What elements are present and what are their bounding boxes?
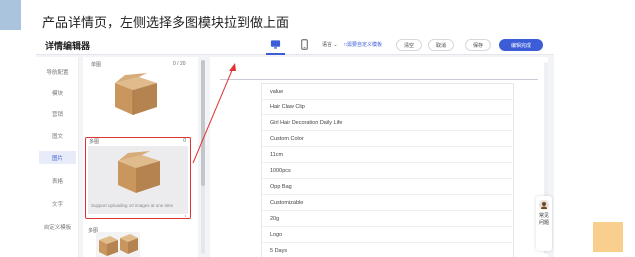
- table-cell: Opp Bag: [270, 184, 292, 190]
- sticky-note: [593, 222, 623, 252]
- desktop-view-toggle[interactable]: [266, 38, 285, 55]
- table-cell: 20g: [270, 216, 280, 222]
- monitor-icon: [270, 39, 281, 49]
- multi-image-module-tile-2[interactable]: [96, 232, 140, 257]
- table-row: Girl Hair Decoration Daily Life: [262, 117, 513, 131]
- language-select[interactable]: 语言 ⌄: [322, 41, 338, 48]
- table-row: Logo: [262, 229, 513, 243]
- table-row: Custom Color: [262, 133, 513, 147]
- table-cell: Custom Color: [270, 136, 304, 142]
- chevron-down-icon: ⌄: [333, 42, 338, 48]
- nav-item-modules[interactable]: 模块: [39, 86, 76, 99]
- table-row: 1000pcs: [262, 165, 513, 179]
- upload-hint-text: Support uploading 10 images at one time: [91, 203, 174, 208]
- module-category-nav: 导航配置 模块 营销 图文 图片 表格 文字 自定义模板: [36, 57, 79, 257]
- canvas-divider: [220, 79, 538, 80]
- nav-item-table[interactable]: 表格: [39, 174, 76, 187]
- faq-label: 常见问题: [539, 213, 550, 226]
- custom-template-link[interactable]: □需要自定义模板: [344, 41, 382, 48]
- multi-image-module-tile[interactable]: 多图 0 Support uploading 10 images at one …: [85, 137, 191, 219]
- table-cell: Logo: [270, 232, 283, 238]
- table-cell: value: [270, 89, 284, 95]
- multi-image-tile-count: 0: [183, 138, 186, 144]
- editor-title: 详情编辑器: [45, 41, 91, 51]
- table-cell: Hair Claw Clip: [270, 104, 305, 110]
- table-cell: 11cm: [270, 152, 284, 158]
- instruction-caption: 产品详情页，左侧选择多图模块拉到做上面: [42, 16, 290, 31]
- single-image-tile-count: 0 / 20: [173, 61, 186, 67]
- editor-toolbar: 详情编辑器 语言 ⌄ □需要自定义模板 清空 取消 保存 编辑完成: [36, 34, 554, 55]
- single-image-tile-label: 单图: [91, 62, 102, 68]
- table-cell: Girl Hair Decoration Daily Life: [270, 120, 343, 126]
- table-row: Customizable: [262, 197, 513, 211]
- phone-icon: [301, 38, 308, 50]
- multi-image-tile-label: 多图: [89, 139, 100, 145]
- cancel-button[interactable]: 取消: [428, 39, 454, 51]
- table-row: Opp Bag: [262, 181, 513, 195]
- support-agent-icon: [539, 200, 549, 210]
- corner-square: [0, 0, 21, 30]
- nav-item-custom-template[interactable]: 自定义模板: [39, 220, 76, 233]
- nav-item-images[interactable]: 图片: [39, 151, 76, 164]
- selection-marker: •: [184, 213, 186, 218]
- table-cell: 1000pcs: [270, 168, 291, 174]
- active-view-indicator: [266, 53, 285, 55]
- panel-scrollbar-thumb[interactable]: [201, 60, 205, 186]
- spec-table: value Hair Claw Clip Girl Hair Decoratio…: [261, 83, 514, 257]
- table-row: 5 Days: [262, 245, 513, 257]
- table-row: Hair Claw Clip: [262, 101, 513, 115]
- detail-editor-window: 详情编辑器 语言 ⌄ □需要自定义模板 清空 取消 保存 编辑完成 导航配置 模…: [36, 34, 554, 257]
- table-row: 20g: [262, 213, 513, 227]
- faq-help-widget[interactable]: 常见问题: [536, 196, 552, 251]
- table-row: value: [262, 86, 513, 100]
- nav-item-text[interactable]: 文字: [39, 197, 76, 210]
- nav-item-image-text[interactable]: 图文: [39, 129, 76, 142]
- nav-item-navigation[interactable]: 导航配置: [39, 65, 76, 78]
- single-image-module-tile[interactable]: [109, 73, 161, 119]
- clear-button[interactable]: 清空: [396, 39, 422, 51]
- multi-image-preview: Support uploading 10 images at one time: [88, 146, 188, 214]
- cardboard-box-image: [118, 151, 160, 193]
- table-cell: 5 Days: [270, 248, 288, 254]
- mobile-view-toggle[interactable]: [298, 38, 311, 50]
- save-button[interactable]: 保存: [465, 39, 491, 51]
- language-label: 语言: [322, 42, 333, 48]
- finish-editing-button[interactable]: 编辑完成: [499, 39, 543, 51]
- table-row: 11cm: [262, 149, 513, 163]
- panel-scrollbar[interactable]: [201, 60, 205, 254]
- table-cell: Customizable: [270, 200, 304, 206]
- preview-canvas: value Hair Claw Clip Girl Hair Decoratio…: [210, 57, 548, 257]
- nav-item-marketing[interactable]: 营销: [39, 107, 76, 120]
